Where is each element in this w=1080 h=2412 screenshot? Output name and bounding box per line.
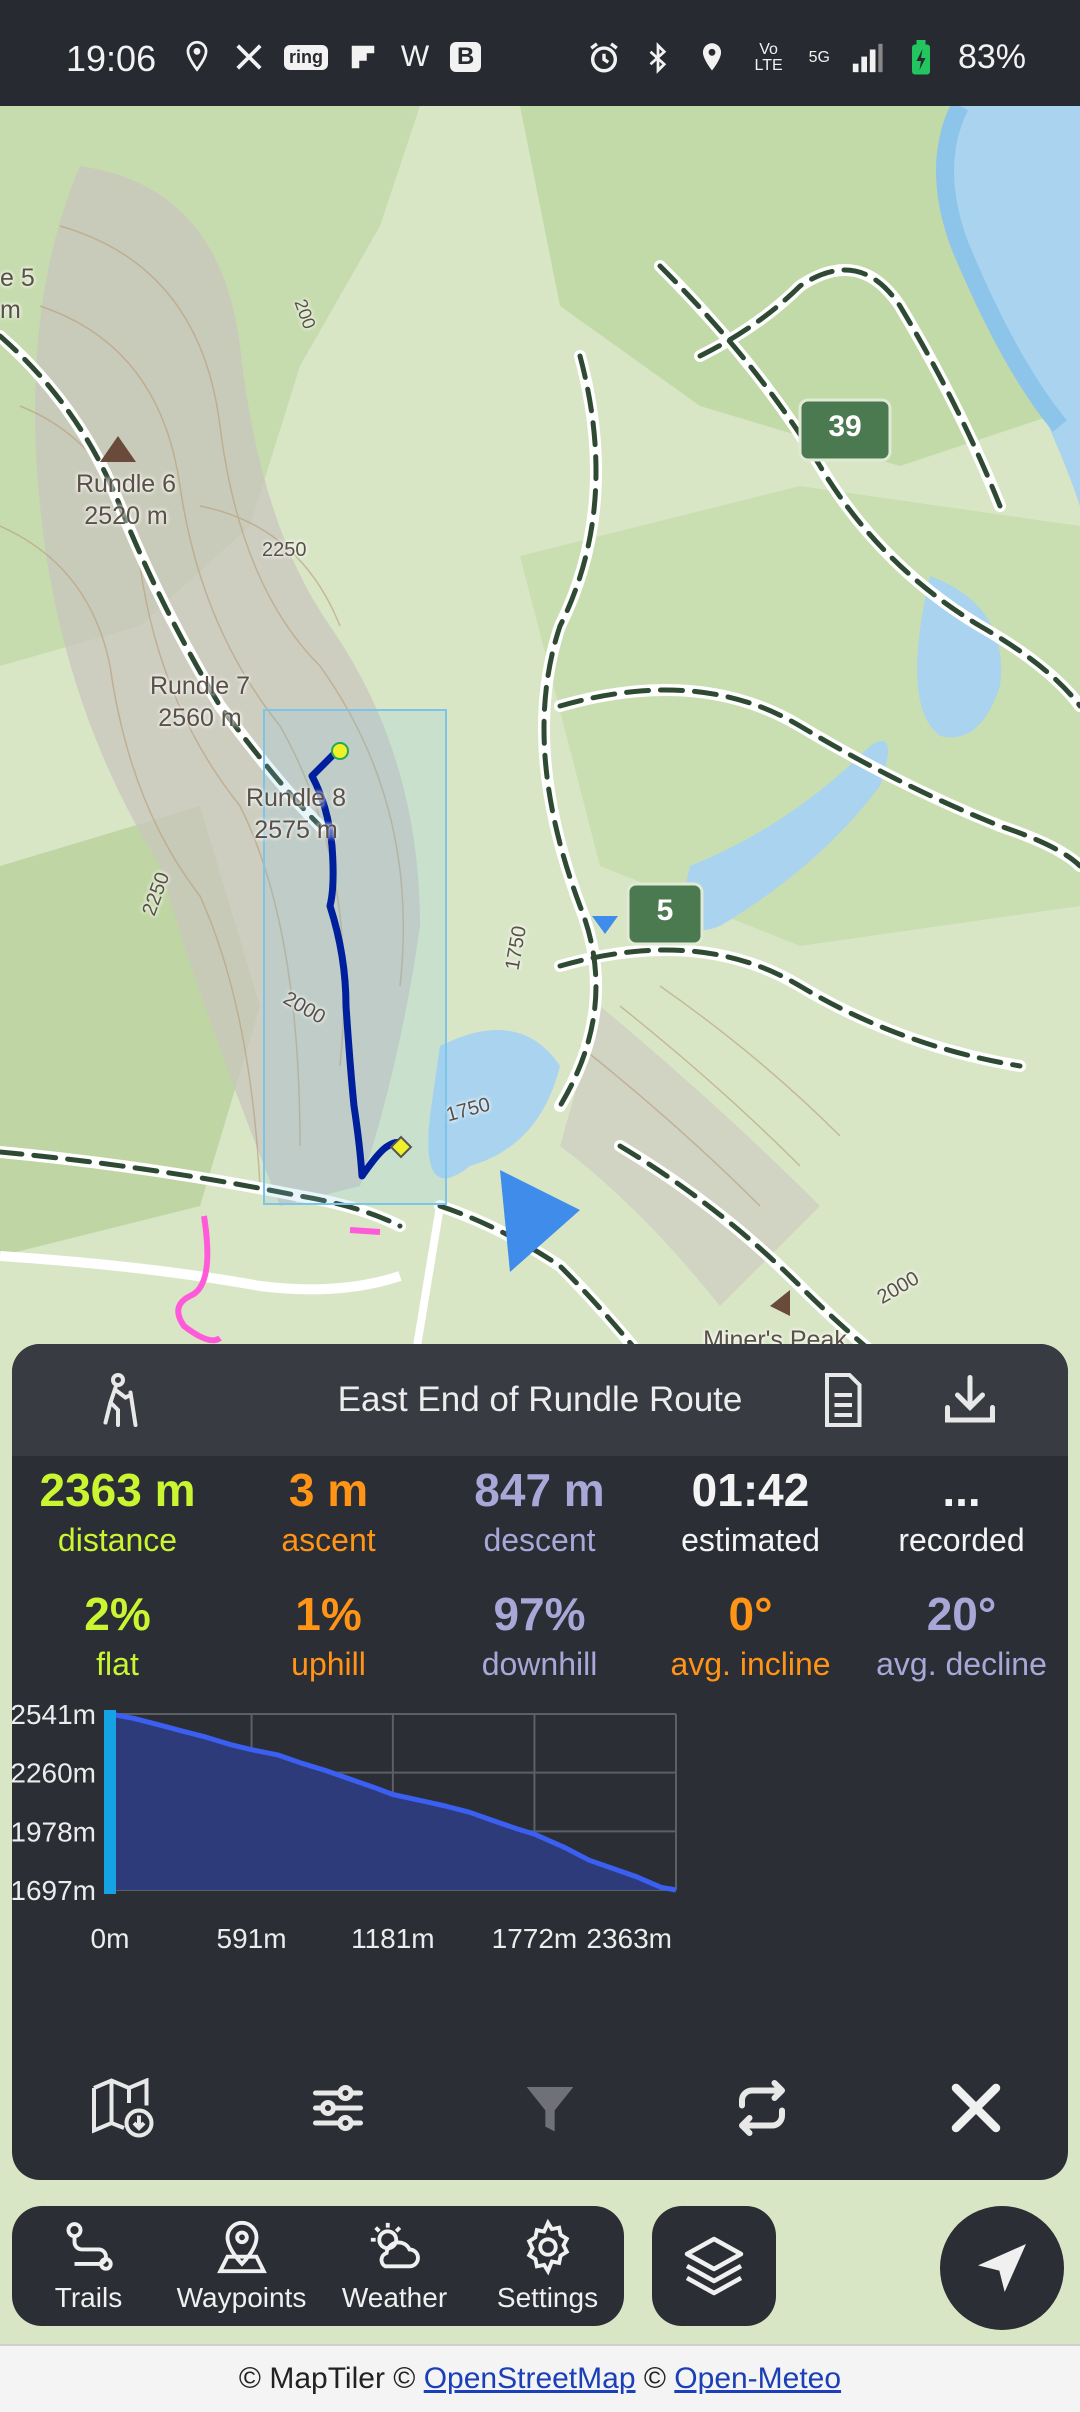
download-icon[interactable] <box>940 1370 1000 1430</box>
ring-icon: ring <box>284 44 328 70</box>
nav-label-weather: Weather <box>341 2282 448 2313</box>
battery-icon <box>904 39 938 75</box>
nav-label-trails: Trails <box>54 2282 123 2313</box>
gear-icon <box>526 2218 569 2276</box>
map-label-rundle-6: Rundle 6 2520 m <box>75 470 177 530</box>
location-icon <box>695 41 729 75</box>
layers-button[interactable] <box>652 2206 776 2326</box>
document-icon[interactable] <box>812 1370 872 1430</box>
attrib-maptiler: © MapTiler © <box>238 2362 424 2395</box>
flipboard-icon <box>346 40 380 74</box>
layers-icon <box>684 2236 744 2296</box>
nav-label-waypoints: Waypoints <box>176 2282 307 2313</box>
battery-level: 83% <box>957 38 1026 76</box>
filter-button[interactable] <box>510 2068 590 2148</box>
repeat-icon <box>739 2080 785 2136</box>
x-tick-label: 1181m <box>351 1923 435 1954</box>
stat-downhill: 97% downhill <box>481 1588 598 1682</box>
close-icon <box>951 2083 1001 2133</box>
y-tick-label: 1697m <box>12 1875 96 1906</box>
map-label-rundle-7: Rundle 7 2560 m <box>149 672 251 732</box>
location-pin-icon <box>180 40 214 74</box>
attrib-sep: © <box>635 2362 675 2395</box>
stat-ascent: 3 m ascent <box>281 1464 376 1558</box>
map-label-rundle-8: Rundle 8 2575 m <box>245 784 347 844</box>
nav-item-waypoints[interactable]: Waypoints <box>165 2206 318 2326</box>
network-type: 5G <box>808 48 830 66</box>
b-icon: B <box>450 42 482 72</box>
route-icon <box>66 2222 113 2271</box>
bottom-nav: Trails Waypoints Weather Settings <box>12 2206 624 2326</box>
reverse-route-button[interactable] <box>722 2068 802 2148</box>
open-meteo-link[interactable]: Open-Meteo <box>674 2362 841 2395</box>
status-time: 19:06 <box>66 38 157 79</box>
stat-avg-incline: 0° avg. incline <box>670 1588 831 1682</box>
elevation-chart-svg[interactable]: 2541m 2260m 1978m 1697m 0m 591m 1181m 1772m 2363… <box>12 1696 1068 2036</box>
map-label-partial: e 5m <box>0 264 35 324</box>
stat-distance: 2363 m distance <box>39 1464 196 1558</box>
panel-toolbar <box>12 2068 1068 2168</box>
stat-uphill: 1% uphill <box>291 1588 366 1682</box>
y-tick-label: 1978m <box>12 1816 96 1847</box>
map-pin-icon <box>216 2220 267 2274</box>
settings-sliders-button[interactable] <box>298 2068 378 2148</box>
route-details-panel: East End of Rundle Route 2363 m distance… <box>12 1344 1068 2180</box>
x-tick-label: 2363m <box>586 1923 672 1954</box>
marker-39-label: 39 <box>828 410 862 443</box>
close-button[interactable] <box>936 2068 1016 2148</box>
signal-icon <box>850 41 884 75</box>
map-attribution: © MapTiler © OpenStreetMap © Open-Meteo <box>0 2344 1080 2412</box>
stat-estimated: 01:42 estimated <box>681 1464 820 1558</box>
notification-icons: ring W B <box>180 40 482 74</box>
w-icon: W <box>400 40 430 73</box>
nav-item-trails[interactable]: Trails <box>12 2206 165 2326</box>
y-tick-label: 2541m <box>12 1699 96 1730</box>
y-tick-label: 2260m <box>12 1758 96 1789</box>
stat-avg-decline: 20° avg. decline <box>876 1588 1047 1682</box>
stat-flat: 2% flat <box>84 1588 151 1682</box>
openstreetmap-link[interactable]: OpenStreetMap <box>424 2362 636 2395</box>
panel-header: East End of Rundle Route <box>12 1344 1068 1456</box>
elevation-chart[interactable]: 2541m 2260m 1978m 1697m 0m 591m 1181m 1772m 2363… <box>12 1696 1068 2036</box>
route-title: East End of Rundle Route <box>337 1380 743 1419</box>
stats-row-2: 2% flat 1% uphill 97% downhill 0° avg. i… <box>12 1586 1068 1686</box>
offline-map-icon <box>92 2078 154 2138</box>
system-icons: Vo LTE 5G 83% <box>587 38 1026 77</box>
locate-button[interactable] <box>940 2206 1064 2330</box>
volte-icon: Vo LTE <box>754 40 783 74</box>
x-tick-label: 1772m <box>492 1923 578 1954</box>
navigation-arrow-icon <box>978 2244 1026 2292</box>
marker-5-label: 5 <box>656 894 674 927</box>
weather-icon <box>370 2222 420 2269</box>
alarm-icon <box>587 41 621 75</box>
stat-descent: 847 m descent <box>474 1464 605 1558</box>
x-icon <box>232 40 266 74</box>
stat-recorded: ... recorded <box>898 1464 1025 1558</box>
x-tick-label: 591m <box>217 1923 287 1954</box>
nav-item-weather[interactable]: Weather <box>318 2206 471 2326</box>
status-bar: 19:06 ring W B Vo LTE 5G 83% <box>0 0 1080 106</box>
bluetooth-icon <box>641 41 675 75</box>
nav-label-settings: Settings <box>496 2282 599 2313</box>
nav-item-settings[interactable]: Settings <box>471 2206 624 2326</box>
route-start-point[interactable] <box>331 742 349 760</box>
offline-map-button[interactable] <box>84 2068 164 2148</box>
x-tick-label: 0m <box>91 1923 130 1954</box>
sliders-icon <box>313 2084 363 2132</box>
filter-icon <box>526 2087 574 2132</box>
stats-row-1: 2363 m distance 3 m ascent 847 m descent… <box>12 1462 1068 1562</box>
contour-label: 2250 <box>262 539 307 561</box>
